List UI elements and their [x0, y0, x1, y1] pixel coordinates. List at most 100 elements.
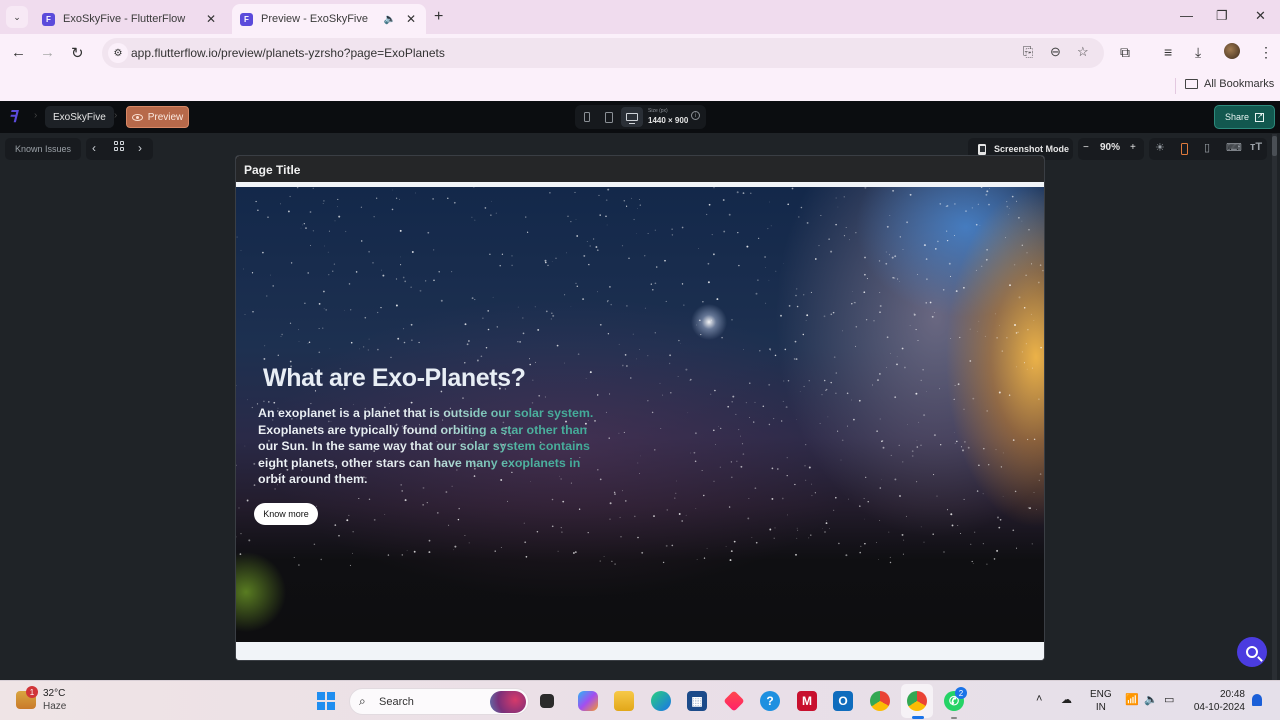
star	[926, 278, 928, 281]
star	[864, 273, 866, 276]
know-more-button[interactable]: Know more	[254, 503, 318, 525]
all-bookmarks-button[interactable]: All Bookmarks	[1185, 78, 1274, 90]
preview-badge[interactable]: Preview	[126, 106, 189, 128]
device-tablet-button[interactable]	[600, 109, 618, 125]
edge-icon[interactable]	[651, 691, 671, 711]
star	[903, 539, 905, 541]
outlook-icon[interactable]: O	[833, 691, 853, 711]
safe-area-icon[interactable]: ▯	[1204, 141, 1210, 154]
star	[985, 258, 988, 261]
star	[309, 211, 312, 213]
reload-icon[interactable]: ↻	[71, 44, 84, 62]
app-diamond-icon[interactable]	[723, 690, 745, 712]
show-hidden-icons[interactable]: ˄	[1036, 693, 1042, 705]
windows-start-icon[interactable]	[317, 692, 335, 710]
chrome-icon[interactable]	[870, 691, 890, 711]
close-tab-icon[interactable]: ✕	[406, 12, 416, 26]
system-clock[interactable]: 20:48 04-10-2024	[1192, 688, 1245, 714]
star	[413, 550, 416, 553]
star	[632, 333, 634, 335]
volume-icon[interactable]: 🔈	[1144, 693, 1158, 706]
search-fab-button[interactable]	[1237, 637, 1267, 667]
portrait-icon[interactable]	[1181, 143, 1188, 155]
known-issues-button[interactable]: Known Issues	[5, 138, 82, 160]
device-desktop-button[interactable]	[621, 107, 643, 127]
forward-icon[interactable]: →	[40, 44, 55, 61]
mcafee-icon[interactable]: M	[797, 691, 817, 711]
zoom-out-button[interactable]: −	[1083, 142, 1089, 153]
star	[637, 462, 639, 464]
star	[794, 483, 796, 486]
weather-condition[interactable]: Haze	[43, 701, 66, 712]
star	[911, 455, 914, 457]
star	[796, 288, 798, 290]
onedrive-icon[interactable]: ☁	[1061, 693, 1072, 706]
install-app-icon[interactable]: ⎘	[1023, 44, 1033, 60]
prev-page-icon[interactable]: ‹	[92, 141, 96, 155]
star	[422, 504, 424, 506]
extensions-icon[interactable]: ⧉	[1120, 44, 1130, 61]
download-icon[interactable]: ⤓	[1195, 44, 1201, 61]
audio-playing-icon[interactable]: 🔈	[384, 14, 396, 25]
star	[827, 416, 829, 418]
weather-temperature[interactable]: 32°C	[43, 688, 65, 699]
star	[740, 435, 741, 437]
star	[556, 344, 559, 347]
address-bar[interactable]: ⚙ app.flutterflow.io/preview/planets-yzr…	[102, 38, 1104, 68]
scrollbar-thumb[interactable]	[1272, 136, 1277, 156]
language-indicator[interactable]: ENG IN	[1090, 688, 1112, 714]
star	[798, 216, 800, 218]
url-text[interactable]: app.flutterflow.io/preview/planets-yzrsh…	[131, 46, 445, 60]
copilot-icon[interactable]	[578, 691, 598, 711]
file-explorer-icon[interactable]	[614, 691, 634, 711]
star	[338, 534, 340, 537]
breadcrumb-project[interactable]: ExoSkyFive	[45, 106, 114, 128]
taskbar-search[interactable]: ⌕ Search	[349, 688, 529, 715]
share-button[interactable]: Share ↗	[1214, 105, 1275, 129]
star	[595, 246, 598, 248]
tab-search-dropdown-icon[interactable]: ⌄	[6, 6, 28, 28]
keyboard-icon[interactable]: ⌨	[1226, 141, 1242, 154]
star	[696, 558, 698, 560]
grid-icon[interactable]	[114, 141, 124, 151]
close-window-icon[interactable]: ✕	[1255, 8, 1266, 24]
star	[318, 303, 321, 305]
next-page-icon[interactable]: ›	[138, 141, 142, 155]
tab-flutterflow[interactable]: F ExoSkyFive - FlutterFlow ✕	[34, 4, 226, 34]
text-scale-icon[interactable]: ᴛT	[1250, 141, 1262, 153]
star	[329, 348, 331, 350]
zoom-out-icon[interactable]: ⊖	[1050, 44, 1061, 60]
battery-icon[interactable]: ▭	[1164, 693, 1174, 706]
chrome-profile-taskbar-button[interactable]	[901, 684, 933, 718]
star	[1016, 366, 1017, 368]
help-icon[interactable]: ?	[760, 691, 780, 711]
bookmark-star-icon[interactable]: ☆	[1077, 44, 1089, 60]
minimize-icon[interactable]: —	[1180, 8, 1193, 23]
task-view-icon[interactable]	[540, 694, 554, 708]
close-tab-icon[interactable]: ✕	[206, 12, 216, 26]
microsoft-store-icon[interactable]: ▦	[687, 691, 707, 711]
light-mode-icon[interactable]: ☀	[1155, 141, 1165, 154]
profile-avatar[interactable]	[1224, 43, 1240, 59]
restore-icon[interactable]: ❐	[1216, 8, 1228, 24]
star	[783, 380, 785, 382]
star	[782, 400, 784, 402]
site-settings-icon[interactable]: ⚙	[108, 43, 128, 63]
back-icon[interactable]: ←	[11, 44, 26, 61]
info-icon[interactable]: i	[691, 111, 700, 120]
notification-bell-icon[interactable]	[1252, 694, 1262, 706]
star	[774, 527, 776, 529]
star	[954, 442, 956, 444]
menu-icon[interactable]: ⋮	[1259, 44, 1273, 61]
flutterflow-logo-icon[interactable]: ꟻ	[8, 107, 24, 126]
device-phone-button[interactable]	[578, 109, 596, 125]
tab-preview[interactable]: F Preview - ExoSkyFive 🔈 ✕	[232, 4, 426, 34]
star	[808, 380, 810, 382]
media-control-icon[interactable]: ≡	[1164, 44, 1172, 60]
star	[587, 531, 589, 534]
workspace-scrollbar[interactable]	[1272, 134, 1277, 680]
zoom-in-button[interactable]: +	[1130, 142, 1136, 153]
new-tab-button[interactable]: +	[434, 8, 443, 26]
star	[675, 492, 677, 494]
wifi-icon[interactable]: 📶	[1125, 693, 1139, 706]
